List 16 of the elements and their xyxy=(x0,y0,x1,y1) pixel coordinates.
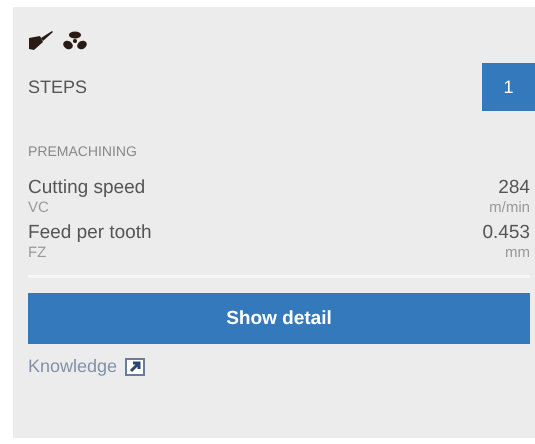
tool-icon xyxy=(28,30,54,52)
section-heading: PREMACHINING xyxy=(28,143,138,159)
parameter-symbol: VC xyxy=(28,199,49,216)
parameter-name: Cutting speed xyxy=(28,177,146,199)
propeller-icon xyxy=(62,30,88,52)
parameter-unit: m/min xyxy=(489,199,530,216)
parameter-name: Feed per tooth xyxy=(28,222,152,244)
parameter-value: 284 xyxy=(498,177,530,199)
parameter-value: 0.453 xyxy=(482,222,530,244)
parameter-symbol: FZ xyxy=(28,244,46,261)
knowledge-link[interactable]: Knowledge xyxy=(28,356,118,377)
steps-label: STEPS xyxy=(28,76,88,98)
external-link-icon xyxy=(125,358,146,376)
steps-count-badge: 1 xyxy=(482,63,535,111)
show-detail-button[interactable]: Show detail xyxy=(28,293,530,344)
parameter-unit: mm xyxy=(505,244,530,261)
